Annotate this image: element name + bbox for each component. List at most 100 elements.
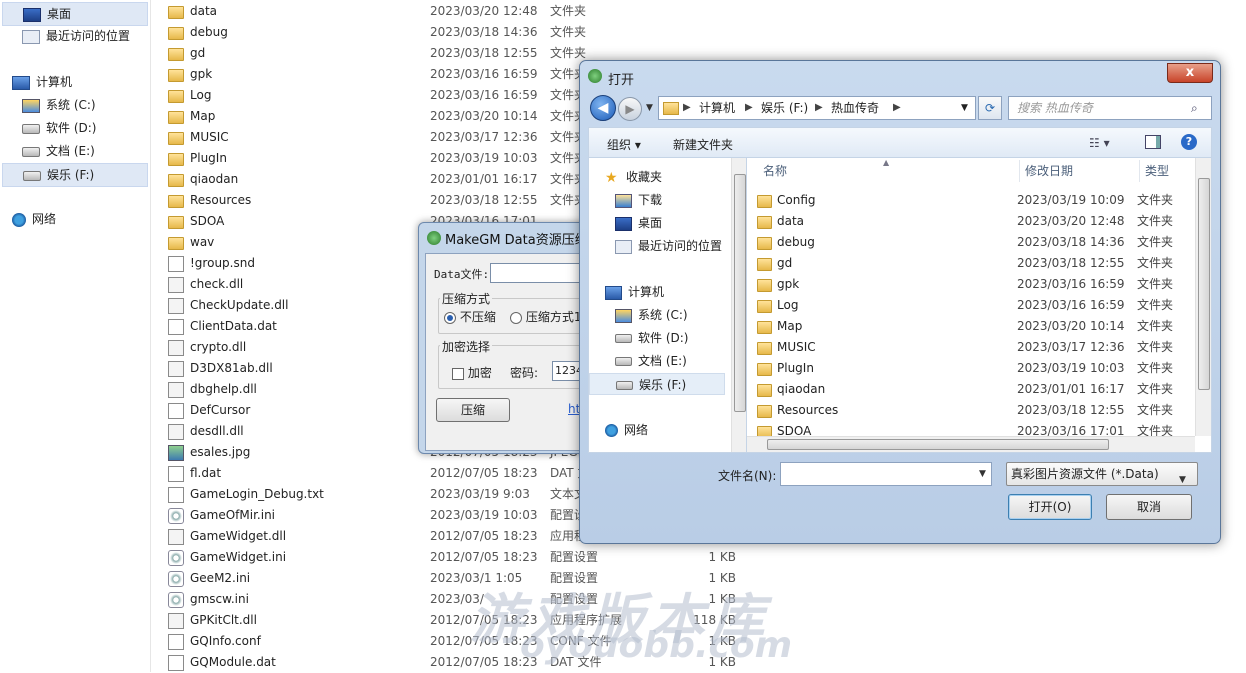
column-divider (1139, 160, 1140, 182)
radio-mode1[interactable]: 压缩方式1 (510, 308, 581, 325)
search-icon[interactable]: ⌕ (1191, 97, 1198, 119)
file-icon (168, 277, 184, 293)
pane-item[interactable]: 计算机 (589, 281, 725, 303)
list-horizontal-thumb[interactable] (767, 439, 1109, 450)
forward-arrow-icon[interactable]: ▶ (618, 97, 642, 121)
file-name: GeeM2.ini (190, 571, 251, 585)
pane-scrollbar[interactable] (731, 158, 747, 452)
nav-item[interactable]: 文档 (E:) (0, 140, 146, 162)
view-options-icon[interactable]: ☷ ▾ (1089, 136, 1110, 150)
recent-locations-dropdown-icon[interactable]: ▼ (646, 103, 653, 113)
folder-icon (757, 321, 772, 334)
address-bar[interactable]: ▶ 计算机 ▶ 娱乐 (F:) ▶ 热血传奇 ▶ ▼ (658, 96, 976, 120)
nav-item[interactable]: 系统 (C:) (0, 94, 146, 116)
file-date: 2023/03/18 14:36 (430, 25, 538, 39)
refresh-icon[interactable]: ⟳ (978, 96, 1002, 120)
nav-item[interactable]: 最近访问的位置 (0, 25, 146, 47)
file-size: 1 KB (708, 550, 736, 564)
file-name: GQModule.dat (190, 655, 276, 669)
pane-item[interactable]: 最近访问的位置 (589, 235, 725, 257)
pane-item[interactable]: 下载 (589, 189, 725, 211)
filename-input[interactable]: ▼ (780, 462, 992, 486)
file-type: 文件夹 (550, 4, 587, 18)
compress-button[interactable]: 压缩 (436, 398, 510, 422)
file-name: dbghelp.dll (190, 382, 257, 396)
list-scrollbar-thumb[interactable] (1198, 178, 1210, 390)
file-date: 2023/03/16 16:59 (430, 67, 538, 81)
dialog-file-type: 文件夹 (1137, 193, 1174, 207)
breadcrumb-item[interactable]: 娱乐 (F:) (761, 97, 808, 119)
dialog-file-row[interactable]: qiaodan 2023/01/01 16:17 文件夹 (747, 379, 1185, 400)
help-icon[interactable]: ? (1181, 134, 1197, 150)
dialog-file-row[interactable]: gd 2023/03/18 12:55 文件夹 (747, 253, 1185, 274)
breadcrumb-item[interactable]: 热血传奇 (831, 97, 879, 119)
preview-pane-icon[interactable] (1145, 135, 1161, 149)
file-name: qiaodan (190, 172, 239, 186)
pane-item[interactable]: 娱乐 (F:) (589, 373, 725, 395)
radio-none[interactable]: 不压缩 (444, 308, 496, 325)
dialog-file-row[interactable]: gpk 2023/03/16 16:59 文件夹 (747, 274, 1185, 295)
dialog-file-row[interactable]: MUSIC 2023/03/17 12:36 文件夹 (747, 337, 1185, 358)
filetype-select[interactable]: 真彩图片资源文件 (*.Data) ▼ (1006, 462, 1198, 486)
file-row[interactable]: debug 2023/03/18 14:36 文件夹 (168, 22, 768, 43)
filename-dropdown-icon[interactable]: ▼ (979, 469, 986, 479)
column-header-date[interactable]: 修改日期 (1025, 158, 1073, 184)
dialog-file-row[interactable]: SDOA 2023/03/16 17:01 文件夹 (747, 421, 1185, 436)
file-name: D3DX81ab.dll (190, 361, 273, 375)
computer-icon (605, 285, 622, 300)
close-button[interactable]: x (1167, 63, 1213, 83)
pane-item[interactable]: 文档 (E:) (589, 350, 725, 372)
dialog-file-row[interactable]: Log 2023/03/16 16:59 文件夹 (747, 295, 1185, 316)
nav-item[interactable]: 娱乐 (F:) (2, 163, 148, 187)
file-row[interactable]: data 2023/03/20 12:48 文件夹 (168, 1, 768, 22)
organize-button[interactable]: 组织 ▾ (607, 136, 641, 153)
list-scrollbar[interactable] (1195, 158, 1211, 436)
file-icon (168, 550, 184, 566)
file-name: CheckUpdate.dll (190, 298, 289, 312)
pane-item[interactable]: 桌面 (589, 212, 725, 234)
pane-scrollbar-thumb[interactable] (734, 174, 746, 412)
breadcrumb-item[interactable]: 计算机 (699, 97, 735, 119)
dialog-file-type: 文件夹 (1137, 340, 1174, 354)
encrypt-checkbox[interactable]: 加密 (452, 364, 492, 381)
folder-icon (168, 195, 184, 208)
dialog-file-row[interactable]: Resources 2023/03/18 12:55 文件夹 (747, 400, 1185, 421)
pane-item[interactable]: 网络 (589, 419, 725, 441)
column-header-name[interactable]: 名称 (763, 158, 787, 184)
file-date: 2023/03/20 10:14 (430, 109, 538, 123)
cancel-button[interactable]: 取消 (1106, 494, 1192, 520)
open-button[interactable]: 打开(O) (1008, 494, 1092, 520)
dialog-file-row[interactable]: Map 2023/03/20 10:14 文件夹 (747, 316, 1185, 337)
dialog-file-row[interactable]: data 2023/03/20 12:48 文件夹 (747, 211, 1185, 232)
dialog-file-row[interactable]: PlugIn 2023/03/19 10:03 文件夹 (747, 358, 1185, 379)
dialog-file-row[interactable]: debug 2023/03/18 14:36 文件夹 (747, 232, 1185, 253)
search-input[interactable]: 搜索 热血传奇 ⌕ (1008, 96, 1212, 120)
file-name: GameWidget.ini (190, 550, 287, 564)
nav-item[interactable]: 桌面 (2, 2, 148, 26)
folder-icon (757, 237, 772, 250)
pane-item[interactable]: 软件 (D:) (589, 327, 725, 349)
pane-item[interactable]: ★ 收藏夹 (589, 166, 725, 188)
file-icon (168, 487, 184, 503)
new-folder-button[interactable]: 新建文件夹 (673, 136, 733, 153)
folder-icon (168, 111, 184, 124)
nav-item[interactable]: 计算机 (0, 71, 146, 93)
file-name: MUSIC (190, 130, 229, 144)
nav-item[interactable]: 软件 (D:) (0, 117, 146, 139)
nav-item[interactable]: 网络 (0, 208, 146, 230)
file-icon (168, 256, 184, 272)
file-date: 2012/07/05 18:23 (430, 466, 538, 480)
dialog-file-name: Config (777, 193, 816, 207)
pane-item[interactable]: 系统 (C:) (589, 304, 725, 326)
dialog-file-row[interactable]: Config 2023/03/19 10:09 文件夹 (747, 190, 1185, 211)
list-horizontal-scrollbar[interactable] (747, 436, 1195, 452)
file-row[interactable]: GameWidget.ini 2012/07/05 18:23 配置设置 1 KB (168, 547, 768, 568)
column-header-type[interactable]: 类型 (1145, 158, 1169, 184)
pane-item-label: 文档 (E:) (638, 354, 687, 368)
compress-group-label: 压缩方式 (440, 290, 493, 307)
back-arrow-icon[interactable]: ◀ (590, 95, 616, 121)
network-icon (605, 424, 618, 437)
file-name: gpk (190, 67, 213, 81)
address-dropdown-icon[interactable]: ▼ (961, 97, 968, 119)
nav-item-label: 最近访问的位置 (46, 29, 131, 43)
